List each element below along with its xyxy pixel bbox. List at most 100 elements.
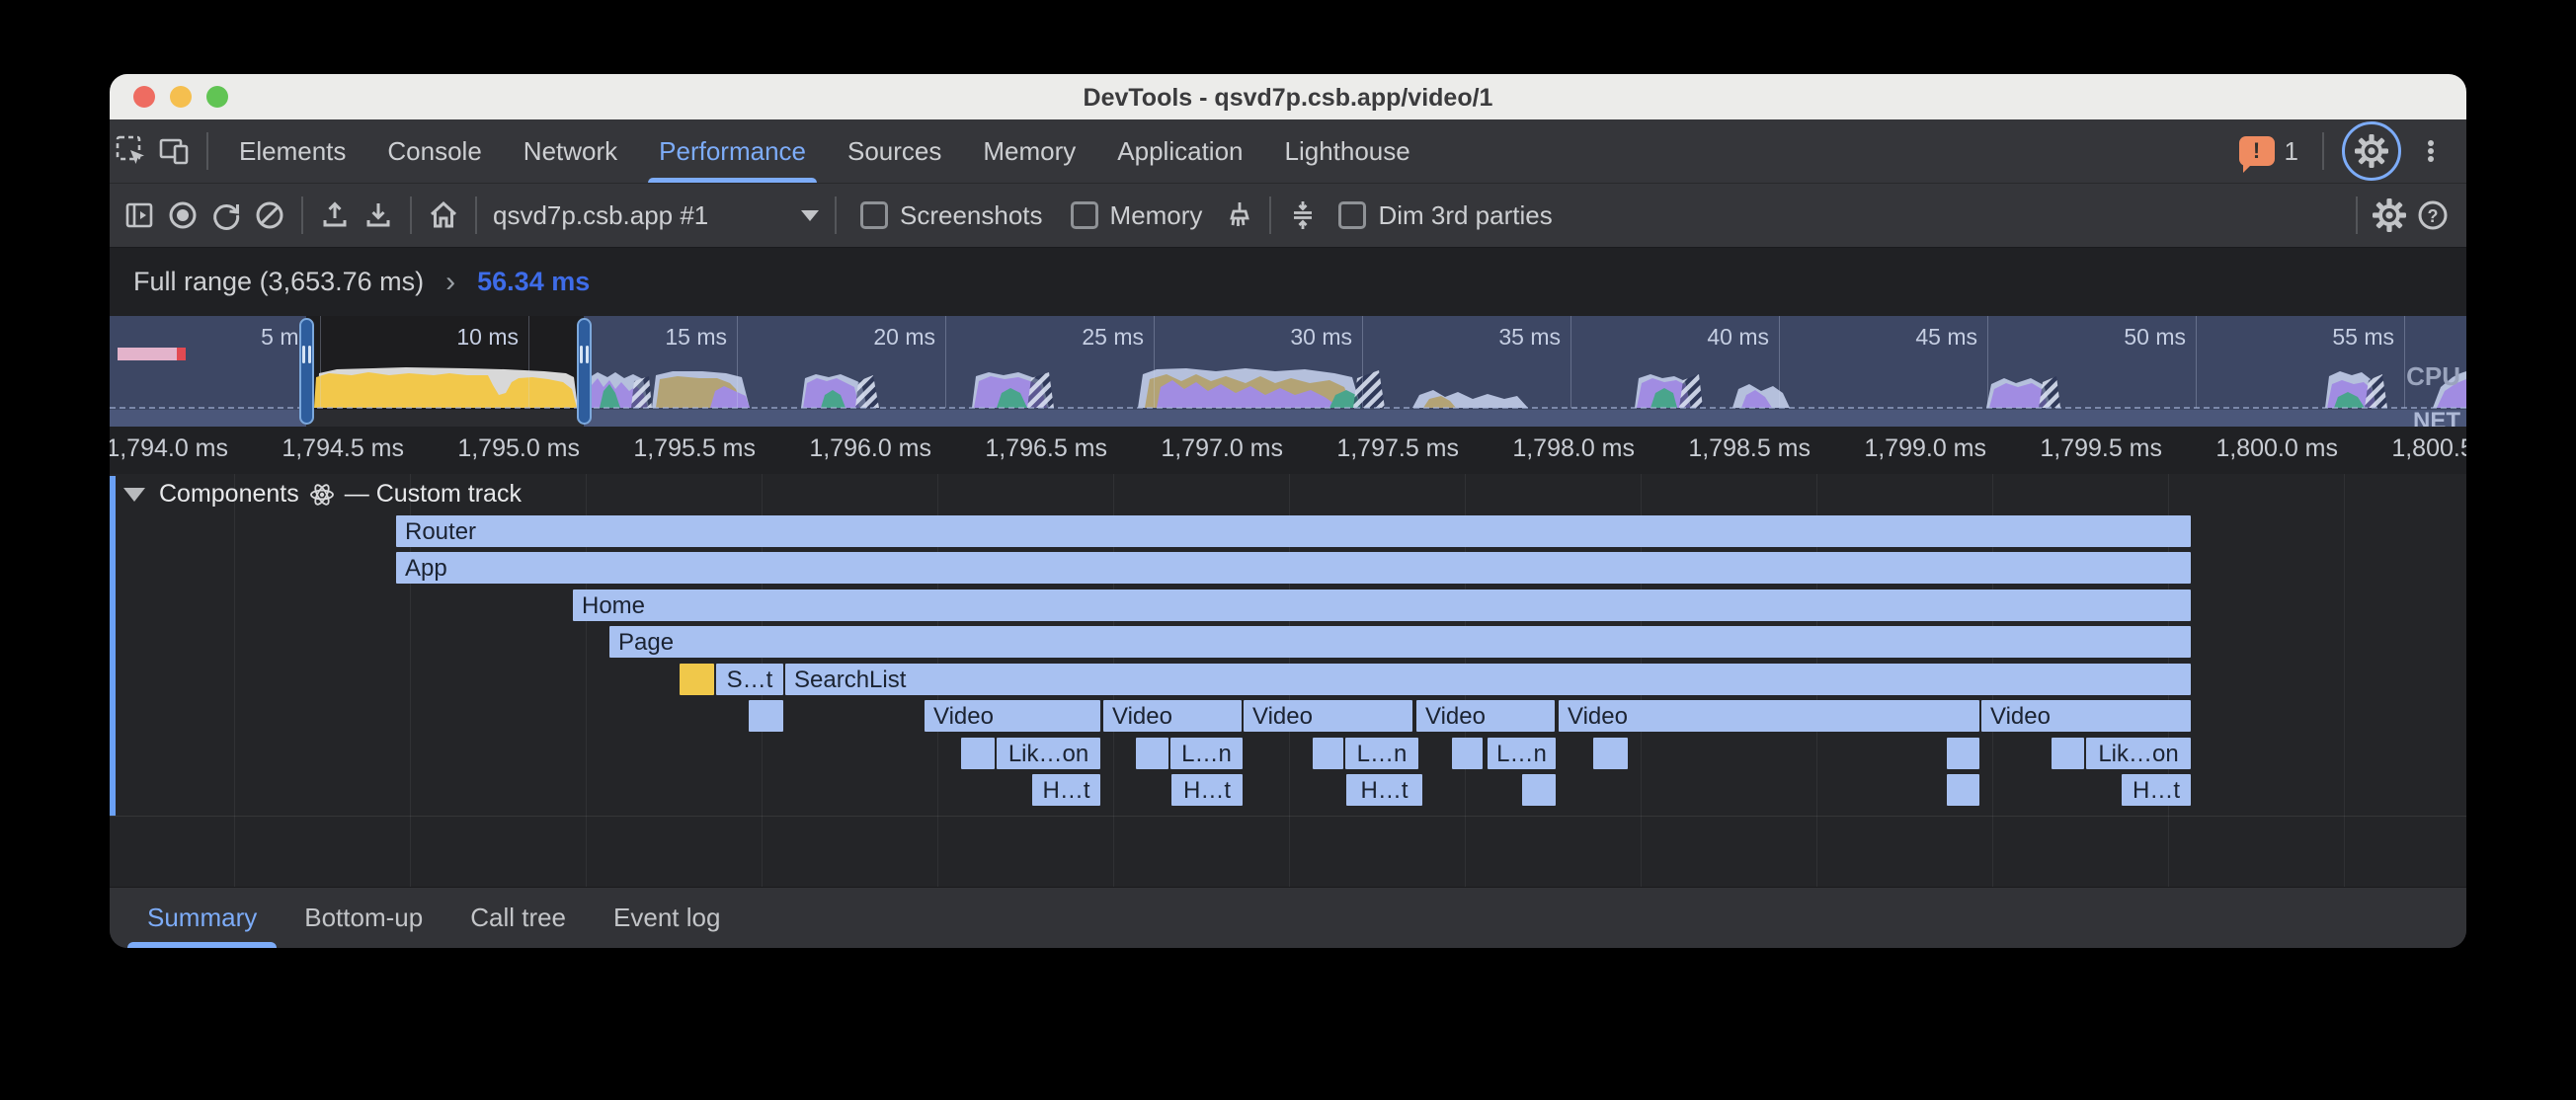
flame-bar-l-n[interactable]: L…n bbox=[1345, 738, 1418, 769]
load-profile-icon[interactable] bbox=[313, 192, 357, 239]
flame-bar-video[interactable]: Video bbox=[1981, 700, 2191, 732]
flame-chart[interactable]: Components — Custom track Router App Home P… bbox=[110, 474, 2466, 887]
collapse-recording-icon[interactable] bbox=[1281, 192, 1325, 239]
help-icon[interactable]: ? bbox=[2411, 192, 2455, 239]
flame-bar-h-t[interactable]: H…t bbox=[2122, 774, 2191, 806]
flame-bar[interactable] bbox=[1136, 738, 1168, 769]
toggle-sidebar-icon[interactable] bbox=[118, 192, 161, 239]
time-axis-label: 1,795.5 ms bbox=[633, 434, 756, 463]
network-strip-selection bbox=[306, 410, 584, 427]
flame-bar-home[interactable]: Home bbox=[573, 589, 2191, 621]
bottom-tab-call-tree[interactable]: Call tree bbox=[446, 888, 590, 948]
flame-bar[interactable] bbox=[1313, 738, 1343, 769]
flame-bar[interactable] bbox=[1593, 738, 1628, 769]
flame-bar[interactable] bbox=[961, 738, 995, 769]
ruler-tick-label: 40 ms bbox=[1707, 324, 1769, 351]
ruler-tick-label: 35 ms bbox=[1498, 324, 1561, 351]
flame-bar-l-n[interactable]: L…n bbox=[1170, 738, 1243, 769]
time-axis-label: 1,799.5 ms bbox=[2040, 434, 2162, 463]
dim-3rd-parties-checkbox[interactable]: Dim 3rd parties bbox=[1338, 200, 1552, 231]
tab-sources[interactable]: Sources bbox=[827, 119, 962, 183]
screen: DevTools - qsvd7p.csb.app/video/1 Elemen… bbox=[0, 0, 2576, 1100]
record-and-reload-icon[interactable] bbox=[204, 192, 248, 239]
collect-garbage-icon[interactable] bbox=[1216, 192, 1259, 239]
gridline bbox=[2344, 474, 2345, 887]
performance-toolbar: qsvd7p.csb.app #1 Screenshots Memory bbox=[110, 184, 2466, 247]
collapse-triangle-icon[interactable] bbox=[123, 488, 145, 502]
flame-bar-h-t[interactable]: H…t bbox=[1171, 774, 1243, 806]
ruler-tick bbox=[1570, 316, 1571, 408]
more-options-icon[interactable] bbox=[2409, 127, 2453, 175]
flame-bar-video[interactable]: Video bbox=[1244, 700, 1412, 732]
capture-settings-gear-icon[interactable] bbox=[2368, 192, 2411, 239]
bottom-tab-summary[interactable]: Summary bbox=[123, 888, 281, 948]
flame-bar[interactable] bbox=[749, 700, 783, 732]
error-badge-icon[interactable]: ! bbox=[2239, 136, 2275, 166]
flame-bar-lik-on[interactable]: Lik…on bbox=[997, 738, 1100, 769]
flame-bar-h-t[interactable]: H…t bbox=[1346, 774, 1422, 806]
flame-bar-video[interactable]: Video bbox=[1103, 700, 1242, 732]
screenshots-checkbox[interactable]: Screenshots bbox=[860, 200, 1043, 231]
ruler-tick bbox=[1154, 316, 1155, 408]
grip-icon bbox=[308, 346, 311, 363]
flame-bar[interactable] bbox=[2052, 738, 2084, 769]
chevron-down-icon bbox=[801, 210, 819, 221]
flame-bar-app[interactable]: App bbox=[396, 552, 2191, 584]
time-axis-label: 1,795.0 ms bbox=[457, 434, 580, 463]
time-axis-label: 1,796.0 ms bbox=[809, 434, 931, 463]
flame-bar-l-n[interactable]: L…n bbox=[1488, 738, 1556, 769]
gridline bbox=[234, 474, 235, 887]
flame-bar[interactable] bbox=[680, 664, 714, 695]
panel-tabs: ElementsConsoleNetworkPerformanceSources… bbox=[218, 119, 1431, 183]
tab-performance[interactable]: Performance bbox=[638, 119, 827, 183]
flame-bar-video[interactable]: Video bbox=[925, 700, 1100, 732]
tab-memory[interactable]: Memory bbox=[962, 119, 1096, 183]
grip-icon bbox=[302, 346, 305, 363]
flame-bar[interactable] bbox=[1452, 738, 1483, 769]
tab-console[interactable]: Console bbox=[366, 119, 502, 183]
ruler-tick-label: 20 ms bbox=[873, 324, 935, 351]
bottom-tab-bottom-up[interactable]: Bottom-up bbox=[281, 888, 446, 948]
flame-bar[interactable] bbox=[1947, 774, 1979, 806]
clear-icon[interactable] bbox=[248, 192, 291, 239]
flame-bar-lik-on[interactable]: Lik…on bbox=[2086, 738, 2191, 769]
home-icon[interactable] bbox=[422, 192, 465, 239]
timeline-overview[interactable]: 5 ms10 ms15 ms20 ms25 ms30 ms35 ms40 ms4… bbox=[110, 316, 2466, 427]
tab-network[interactable]: Network bbox=[503, 119, 638, 183]
flame-bar-searchlist[interactable]: SearchList bbox=[785, 664, 2191, 695]
history-dropdown[interactable]: qsvd7p.csb.app #1 bbox=[493, 200, 819, 231]
bottom-tab-event-log[interactable]: Event log bbox=[590, 888, 744, 948]
tabbar-right-controls: ! 1 bbox=[2239, 121, 2466, 181]
inspect-element-icon[interactable] bbox=[110, 127, 153, 175]
flame-bar[interactable] bbox=[1522, 774, 1556, 806]
flame-bar[interactable] bbox=[1947, 738, 1979, 769]
time-axis-label: 1,798.5 ms bbox=[1688, 434, 1811, 463]
tab-lighthouse[interactable]: Lighthouse bbox=[1264, 119, 1431, 183]
memory-checkbox[interactable]: Memory bbox=[1071, 200, 1203, 231]
breadcrumb-full-range[interactable]: Full range (3,653.76 ms) bbox=[133, 267, 424, 297]
record-icon[interactable] bbox=[161, 192, 204, 239]
flame-bar-video[interactable]: Video bbox=[1559, 700, 1979, 732]
tab-application[interactable]: Application bbox=[1096, 119, 1263, 183]
settings-gear-focus-ring[interactable] bbox=[2342, 121, 2401, 181]
flame-bar-page[interactable]: Page bbox=[609, 626, 2191, 658]
ruler-tick bbox=[945, 316, 946, 408]
tab-elements[interactable]: Elements bbox=[218, 119, 366, 183]
ruler-tick bbox=[1362, 316, 1363, 408]
toolbar-right-controls: ? bbox=[2346, 192, 2466, 239]
flame-bar-router[interactable]: Router bbox=[396, 515, 2191, 547]
custom-track-header[interactable]: Components — Custom track bbox=[123, 480, 522, 509]
flame-bar-s-t[interactable]: S…t bbox=[716, 664, 783, 695]
checkbox-icon bbox=[1338, 201, 1366, 229]
device-toolbar-icon[interactable] bbox=[153, 127, 197, 175]
range-handle-right[interactable] bbox=[577, 318, 592, 425]
flame-bar-video[interactable]: Video bbox=[1416, 700, 1555, 732]
ruler-tick-label: 15 ms bbox=[665, 324, 727, 351]
range-handle-left[interactable] bbox=[299, 318, 314, 425]
save-profile-icon[interactable] bbox=[357, 192, 400, 239]
memory-label: Memory bbox=[1110, 200, 1203, 231]
divider bbox=[2322, 132, 2324, 170]
flame-bar-h-t[interactable]: H…t bbox=[1032, 774, 1100, 806]
time-axis-label: 1,800.0 ms bbox=[2215, 434, 2338, 463]
track-subtitle: — Custom track bbox=[345, 480, 522, 509]
